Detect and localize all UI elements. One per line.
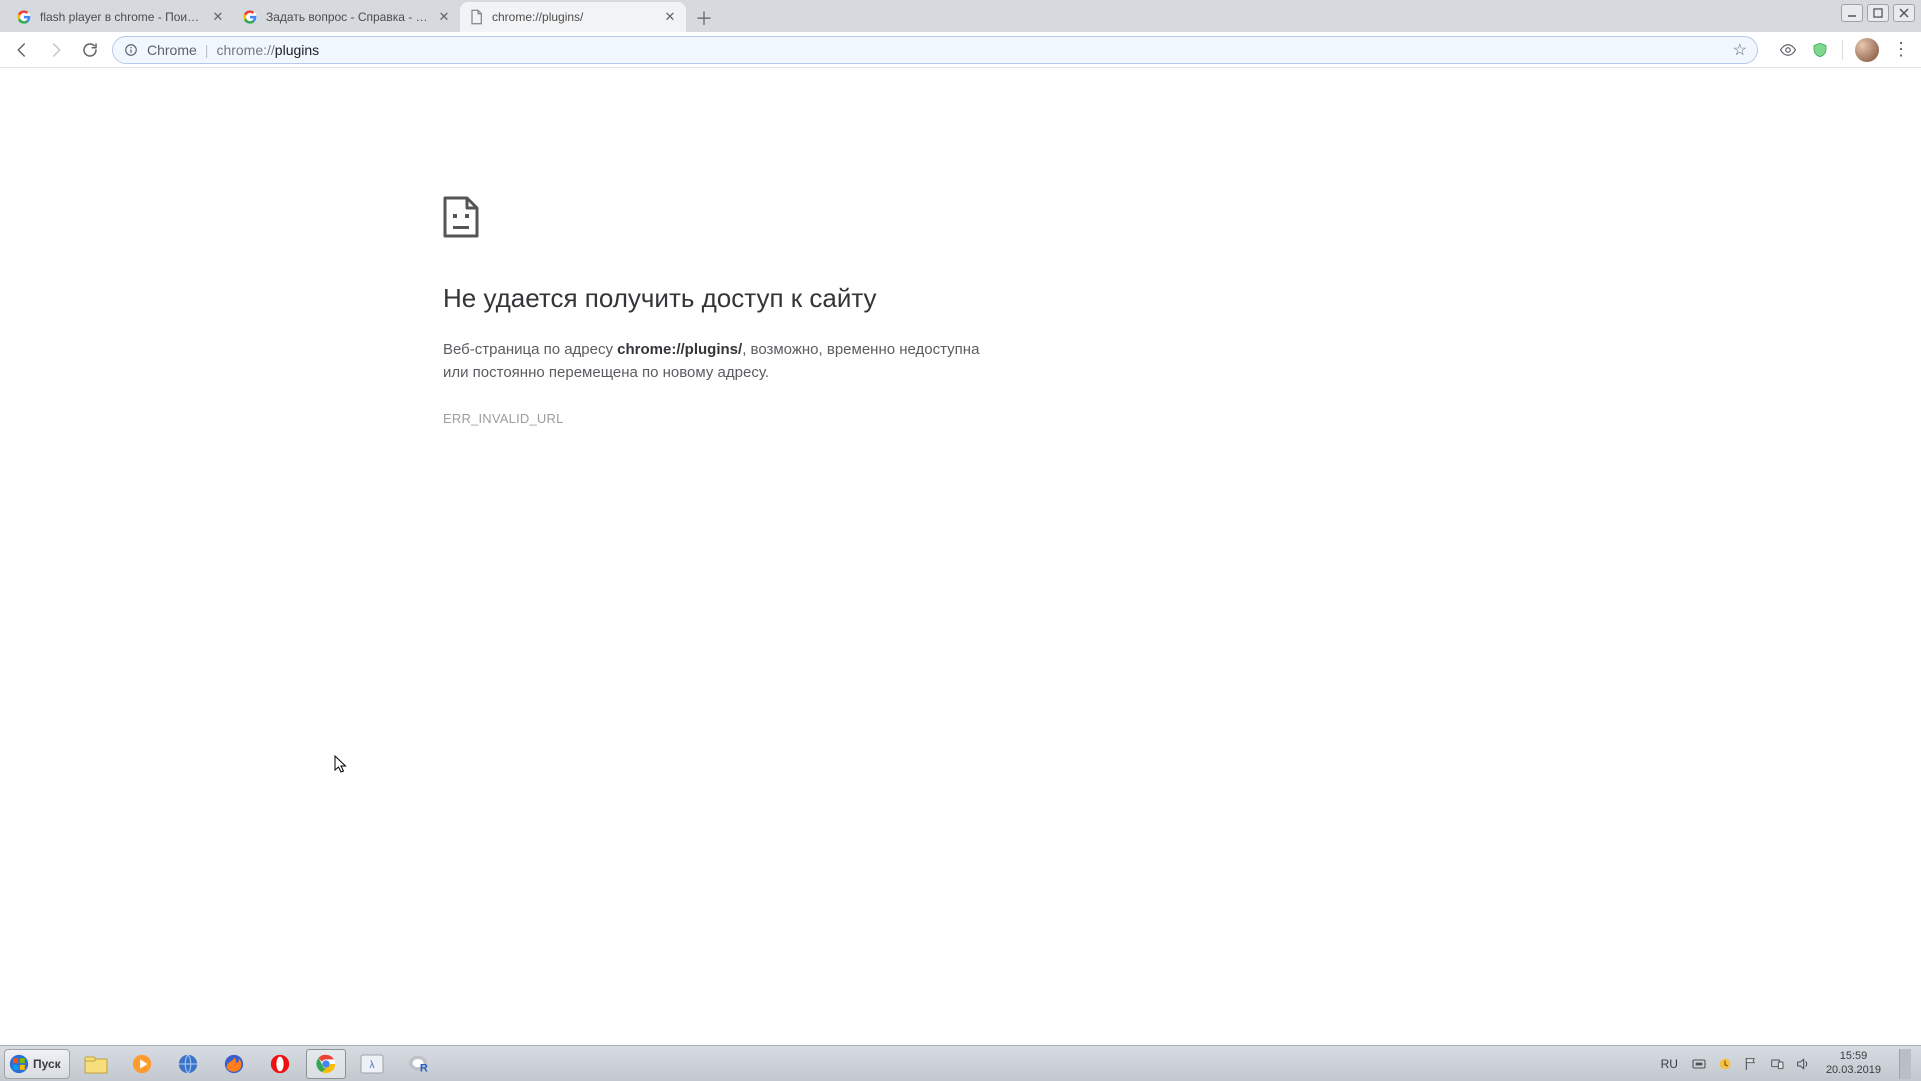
sad-document-icon (443, 196, 479, 238)
tab-title: Задать вопрос - Справка - Google (266, 10, 430, 24)
toolbar: Chrome | chrome://plugins ☆ ⋮ (0, 32, 1921, 68)
tab-close-icon[interactable]: ✕ (662, 9, 678, 25)
clock-time: 15:59 (1840, 1050, 1868, 1063)
taskbar-firefox[interactable] (214, 1049, 254, 1079)
taskbar-opera[interactable] (260, 1049, 300, 1079)
back-button[interactable] (10, 38, 34, 62)
tab-1[interactable]: Задать вопрос - Справка - Google ✕ (234, 2, 460, 32)
start-label: Пуск (33, 1057, 61, 1071)
tray-volume-icon[interactable] (1794, 1055, 1812, 1073)
error-code: ERR_INVALID_URL (443, 411, 1003, 426)
page-content: Не удается получить доступ к сайту Веб-с… (0, 68, 1921, 1045)
tab-title: flash player в chrome - Поиск в Go (40, 10, 204, 24)
omnibox-separator: | (205, 42, 209, 58)
window-close-button[interactable] (1893, 4, 1915, 22)
language-indicator[interactable]: RU (1657, 1055, 1682, 1073)
tab-close-icon[interactable]: ✕ (436, 9, 452, 25)
address-bar[interactable]: Chrome | chrome://plugins ☆ (112, 36, 1758, 64)
tab-close-icon[interactable]: ✕ (210, 9, 226, 25)
omnibox-url: chrome://plugins (216, 42, 319, 58)
tray-network-icon[interactable] (1690, 1055, 1708, 1073)
window-minimize-button[interactable] (1841, 4, 1863, 22)
svg-text:λ: λ (369, 1060, 374, 1071)
mouse-cursor-icon (334, 755, 348, 775)
google-favicon (242, 9, 258, 25)
tray-update-icon[interactable] (1716, 1055, 1734, 1073)
error-page: Не удается получить доступ к сайту Веб-с… (443, 196, 1003, 426)
taskbar-xampp[interactable]: λ (352, 1049, 392, 1079)
window-controls (1841, 4, 1915, 22)
show-desktop-button[interactable] (1899, 1049, 1911, 1079)
taskbar-wmp[interactable] (122, 1049, 162, 1079)
svg-text:R: R (420, 1062, 428, 1074)
taskbar-clock[interactable]: 15:59 20.03.2019 (1820, 1050, 1887, 1076)
tab-strip: flash player в chrome - Поиск в Go ✕ Зад… (0, 0, 1921, 32)
tray-devices-icon[interactable] (1768, 1055, 1786, 1073)
google-favicon (16, 9, 32, 25)
taskbar-chrome[interactable] (306, 1049, 346, 1079)
start-button[interactable]: Пуск (4, 1049, 70, 1079)
error-description: Веб-страница по адресу chrome://plugins/… (443, 338, 1003, 385)
tab-0[interactable]: flash player в chrome - Поиск в Go ✕ (8, 2, 234, 32)
new-tab-button[interactable]: ＋ (690, 4, 718, 32)
tab-title: chrome://plugins/ (492, 10, 656, 24)
taskbar-r[interactable]: R (398, 1049, 438, 1079)
taskbar-globe[interactable] (168, 1049, 208, 1079)
bookmark-star-icon[interactable]: ☆ (1733, 40, 1747, 60)
reload-button[interactable] (78, 38, 102, 62)
windows-logo-icon (9, 1054, 29, 1074)
toolbar-separator (1842, 40, 1843, 60)
omnibox-chip: Chrome (147, 42, 197, 58)
extension-eye-icon[interactable] (1778, 40, 1798, 60)
site-info-icon[interactable] (123, 42, 139, 58)
profile-avatar[interactable] (1855, 38, 1879, 62)
clock-date: 20.03.2019 (1826, 1064, 1881, 1077)
document-favicon (468, 9, 484, 25)
taskbar-explorer[interactable] (76, 1049, 116, 1079)
chrome-menu-button[interactable]: ⋮ (1891, 38, 1911, 62)
extension-icons: ⋮ (1778, 38, 1911, 62)
system-tray: RU 15:59 20.03.2019 (1657, 1049, 1917, 1079)
forward-button[interactable] (44, 38, 68, 62)
error-title: Не удается получить доступ к сайту (443, 283, 1003, 314)
taskbar-apps: λ R (76, 1049, 438, 1079)
windows-taskbar: Пуск λ R RU 15:59 20.03.2019 (0, 1045, 1921, 1081)
window-maximize-button[interactable] (1867, 4, 1889, 22)
extension-shield-icon[interactable] (1810, 40, 1830, 60)
tab-2[interactable]: chrome://plugins/ ✕ (460, 2, 686, 32)
tray-flag-icon[interactable] (1742, 1055, 1760, 1073)
